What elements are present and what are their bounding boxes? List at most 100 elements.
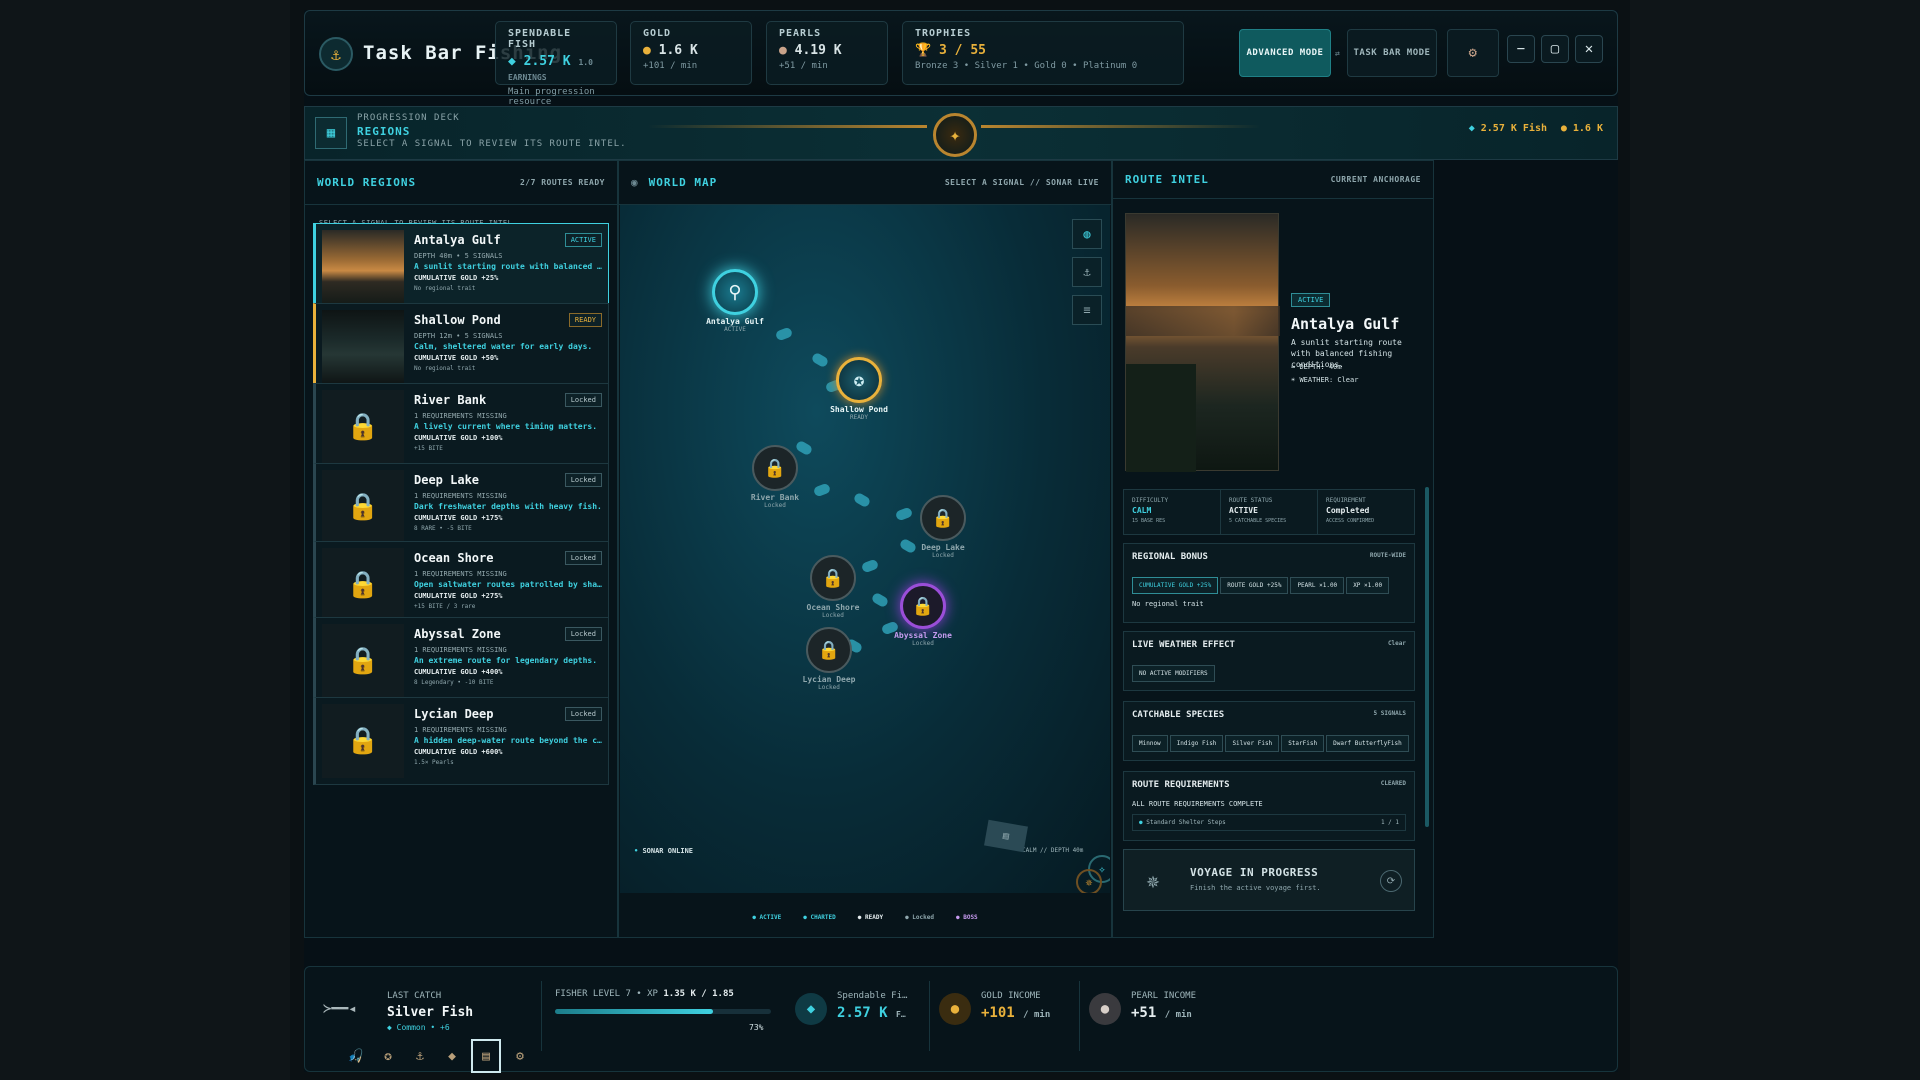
regional-bonus-box: REGIONAL BONUS ROUTE-WIDE CUMULATIVE GOLD…: [1123, 543, 1415, 623]
intel-weather: ☀ WEATHER: Clear: [1291, 376, 1359, 384]
gold-income-value: +101 / min: [981, 1005, 1051, 1021]
app-logo-icon: ⚓: [319, 37, 353, 71]
no-modifiers-chip: NO ACTIVE MODIFIERS: [1132, 665, 1215, 682]
hotbar-slot[interactable]: ⚓: [407, 1043, 433, 1069]
intel-scrollbar[interactable]: [1425, 487, 1429, 827]
map-node-label: Antalya Gulf ACTIVE: [675, 317, 795, 333]
bonus-chip: ROUTE GOLD +25%: [1220, 577, 1289, 594]
mountain-silhouette: [1126, 306, 1280, 336]
region-name: Lycian Deep: [414, 707, 494, 721]
hotbar-slot[interactable]: ▤: [471, 1039, 501, 1073]
region-meta: DEPTH 40m • 5 SIGNALS: [414, 252, 503, 260]
map-node[interactable]: 🔒: [806, 627, 852, 673]
stat-trophies-value: 🏆 3 / 55: [915, 43, 986, 58]
region-thumbnail: [322, 310, 404, 384]
route-requirements-box: ROUTE REQUIREMENTS CLEARED ALL ROUTE REQU…: [1123, 771, 1415, 841]
map-node[interactable]: 🔒: [920, 495, 966, 541]
lock-icon: 🔒: [817, 639, 841, 661]
region-gold-bonus: CUMULATIVE GOLD +25%: [414, 274, 499, 282]
progression-banner: ▦ PROGRESSION DECK REGIONS SELECT A SIGN…: [304, 106, 1618, 160]
legend-item: ● READY: [858, 914, 883, 921]
last-catch-name: Silver Fish: [387, 1005, 474, 1020]
world-map-panel: ◉ WORLD MAP SELECT A SIGNAL // SONAR LIVE…: [618, 160, 1112, 938]
map-node[interactable]: ⚲: [712, 269, 758, 315]
minimize-icon[interactable]: −: [1507, 35, 1535, 63]
intel-stats-row: DIFFICULTY CALM 15 BASE RES ROUTE STATUS…: [1123, 489, 1415, 535]
hotbar-slot[interactable]: ✪: [375, 1043, 401, 1069]
region-card[interactable]: 🔒 River Bank Locked 1 REQUIREMENTS MISSING A…: [313, 383, 609, 471]
routes-ready-count: 2/7 ROUTES READY: [519, 178, 605, 187]
pearl-icon: ●: [779, 43, 787, 58]
voyage-sub: Finish the active voyage first.: [1190, 884, 1321, 892]
legend-label: READY: [865, 913, 884, 921]
hotbar-slot[interactable]: 🎣: [343, 1043, 369, 1069]
footer-divider: [541, 981, 542, 1051]
legend-dot-icon: ●: [857, 913, 865, 921]
voyage-action-icon[interactable]: ⟳: [1380, 870, 1402, 892]
region-card[interactable]: 🔒 Abyssal Zone Locked 1 REQUIREMENTS MISSIN…: [313, 617, 609, 705]
region-card[interactable]: Shallow Pond READY DEPTH 12m • 5 SIGNALS Ca…: [313, 303, 609, 391]
map-node[interactable]: 🔒: [900, 583, 946, 629]
sonar-status: • SONAR ONLINE: [634, 847, 694, 855]
stat-pearls-sub: +51 / min: [779, 61, 828, 71]
map-node[interactable]: 🔒: [752, 445, 798, 491]
route-intel-panel: ROUTE INTEL CURRENT ANCHORAGE ACTIVE Ant…: [1112, 160, 1434, 938]
gold-income-label: GOLD INCOME: [981, 991, 1041, 1001]
stat-fish: SPENDABLE FISH ◆ 2.57 K 1.0 EARNINGS Mai…: [495, 21, 617, 107]
route-dash: [860, 558, 880, 574]
map-node-label: Ocean Shore Locked: [773, 603, 893, 619]
maximize-icon[interactable]: ▢: [1541, 35, 1569, 63]
region-trait: 8 Legendary • -10 BITE: [414, 679, 494, 686]
world-regions-panel: WORLD REGIONS 2/7 ROUTES READY SELECT A …: [304, 160, 618, 938]
anchor-icon[interactable]: ⚓: [1072, 257, 1102, 287]
route-status-cell: ROUTE STATUS ACTIVE 5 CATCHABLE SPECIES: [1221, 490, 1318, 534]
region-name: Antalya Gulf: [414, 233, 501, 247]
hotbar-slot[interactable]: ⚙: [507, 1043, 533, 1069]
footer-divider: [929, 981, 930, 1051]
region-meta: 1 REQUIREMENTS MISSING: [414, 570, 507, 578]
last-catch-rarity: ◆ Common • +6: [387, 1023, 450, 1032]
legend-item: ● Locked: [905, 914, 934, 921]
lock-icon: 🔒: [322, 390, 404, 464]
radar-icon: ◉: [631, 176, 639, 189]
map-node[interactable]: 🔒: [810, 555, 856, 601]
lock-icon: 🔒: [322, 624, 404, 698]
region-card[interactable]: 🔒 Lycian Deep Locked 1 REQUIREMENTS MISSING…: [313, 697, 609, 785]
layers-icon[interactable]: ≡: [1072, 295, 1102, 325]
map-node[interactable]: ✪: [836, 357, 882, 403]
region-description: A lively current where timing matters.: [414, 422, 598, 431]
species-chips: Minnow Indigo Fish Silver Fish StarFish Dwar…: [1124, 720, 1414, 752]
fish-icon: ◆: [795, 993, 827, 1025]
region-description: Calm, sheltered water for early days.: [414, 342, 593, 351]
region-card[interactable]: 🔒 Ocean Shore Locked 1 REQUIREMENTS MISSING…: [313, 541, 609, 629]
sonar-dot-icon: •: [634, 847, 639, 855]
settings-gear-icon[interactable]: ⚙: [1447, 29, 1499, 77]
map-node-name: Shallow Pond: [830, 405, 888, 414]
hotbar-slot[interactable]: ◆: [439, 1043, 465, 1069]
region-card[interactable]: 🔒 Deep Lake Locked 1 REQUIREMENTS MISSING Da…: [313, 463, 609, 551]
taskbar-mode-button[interactable]: TASK BAR MODE: [1347, 29, 1437, 77]
item-hotbar: 🎣 ✪ ⚓ ◆ ▤ ⚙: [343, 1039, 533, 1073]
requirements-note: ALL ROUTE REQUIREMENTS COMPLETE: [1132, 800, 1263, 808]
world-map-canvas: ⚲ Antalya Gulf ACTIVE ✪ Shallow Pond READY 🔒 Ri…: [620, 205, 1110, 893]
intel-scroll-area[interactable]: DIFFICULTY CALM 15 BASE RES ROUTE STATUS…: [1113, 487, 1435, 939]
globe-icon[interactable]: ◍: [1072, 219, 1102, 249]
region-meta: 1 REQUIREMENTS MISSING: [414, 646, 507, 654]
lock-icon: 🔒: [931, 507, 955, 529]
catchable-species-box: CATCHABLE SPECIES 5 SIGNALS Minnow Indigo …: [1123, 701, 1415, 761]
region-meta: 1 REQUIREMENTS MISSING: [414, 492, 507, 500]
region-card[interactable]: Antalya Gulf ACTIVE DEPTH 40m • 5 SIGNALS A…: [313, 223, 609, 311]
advanced-mode-button[interactable]: ADVANCED MODE: [1239, 29, 1331, 77]
legend-item: ● BOSS: [956, 914, 978, 921]
map-node-label: River Bank Locked: [715, 493, 835, 509]
lock-icon: 🔒: [763, 457, 787, 479]
close-icon[interactable]: ✕: [1575, 35, 1603, 63]
region-badge: READY: [568, 313, 602, 327]
bonus-chips: CUMULATIVE GOLD +25% ROUTE GOLD +25% PEARL…: [1124, 562, 1414, 594]
map-node-name: Abyssal Zone: [894, 631, 952, 640]
world-map-title: ◉ WORLD MAP: [631, 176, 718, 189]
route-intel-header: ROUTE INTEL CURRENT ANCHORAGE: [1113, 161, 1433, 199]
legend-dot-icon: ●: [752, 913, 760, 921]
species-chip: Minnow: [1132, 735, 1168, 752]
species-chip: Silver Fish: [1225, 735, 1280, 752]
